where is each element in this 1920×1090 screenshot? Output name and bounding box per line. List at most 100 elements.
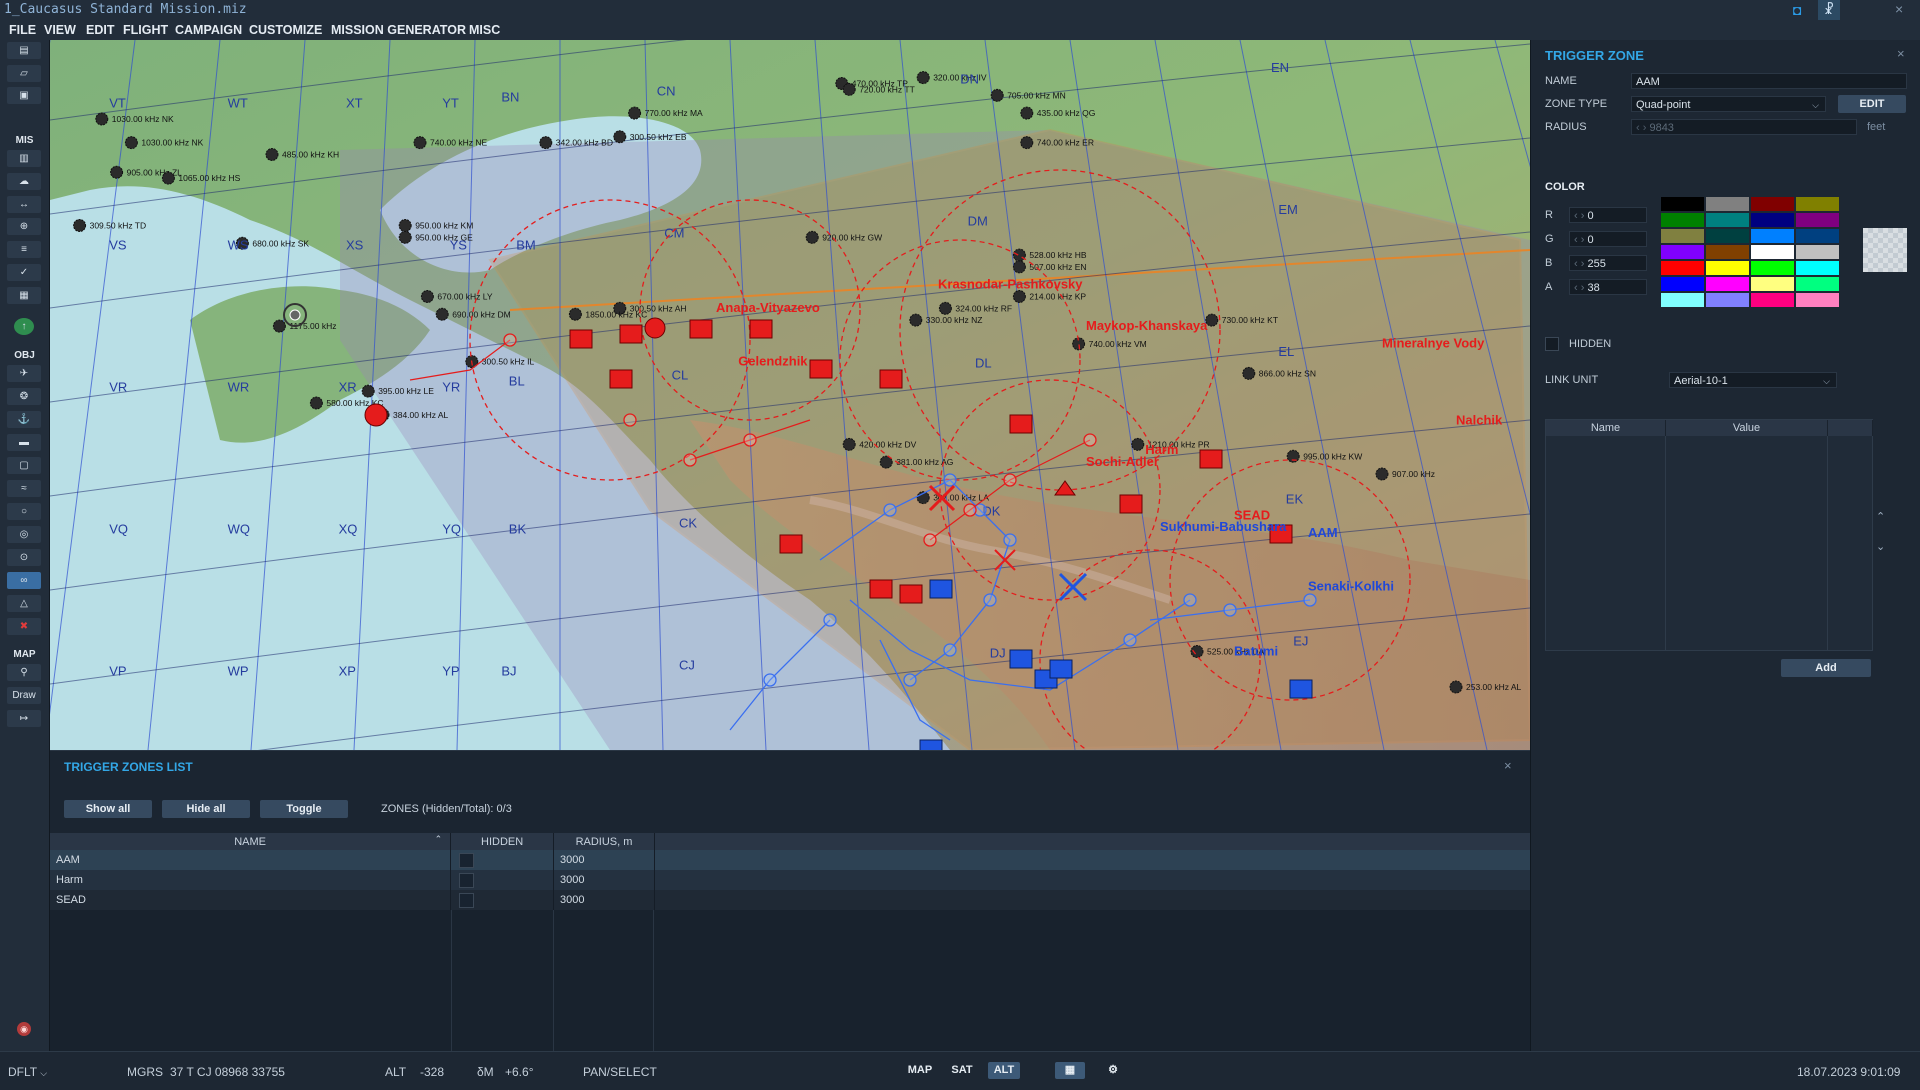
- menu-flight[interactable]: FLIGHT: [123, 23, 168, 37]
- menu-customize[interactable]: CUSTOMIZE: [249, 23, 322, 37]
- color-swatch[interactable]: [1661, 245, 1704, 259]
- alt-mode-button[interactable]: ALT: [988, 1062, 1020, 1079]
- show-all-button[interactable]: Show all: [64, 800, 152, 818]
- open-mission-icon[interactable]: ▱: [7, 65, 41, 82]
- sat-mode-button[interactable]: SAT: [946, 1062, 978, 1079]
- new-mission-icon[interactable]: ▤: [7, 42, 41, 59]
- compass-icon[interactable]: ↑: [14, 318, 34, 335]
- zones-list-close-button[interactable]: ×: [1504, 758, 1512, 773]
- color-swatch[interactable]: [1661, 277, 1704, 291]
- map-options-icon[interactable]: ⚲: [7, 664, 41, 681]
- map-mode-button[interactable]: MAP: [904, 1062, 936, 1079]
- resources-icon[interactable]: ⊕: [7, 218, 41, 235]
- color-swatch[interactable]: [1706, 197, 1749, 211]
- color-a-input[interactable]: ‹ › 38: [1569, 279, 1647, 295]
- color-swatch[interactable]: [1796, 245, 1839, 259]
- radius-input[interactable]: ‹ › 9843: [1631, 119, 1857, 135]
- add-template-icon[interactable]: ≈: [7, 480, 41, 497]
- zone-hidden-checkbox[interactable]: [459, 852, 475, 868]
- weather-icon[interactable]: ☁: [7, 173, 41, 190]
- add-aircraft-icon[interactable]: ✈: [7, 365, 41, 382]
- add-shapes-icon[interactable]: △: [7, 595, 41, 612]
- color-swatch[interactable]: [1796, 229, 1839, 243]
- briefing-icon[interactable]: ▥: [7, 150, 41, 167]
- add-property-button[interactable]: Add: [1781, 659, 1871, 677]
- trigger-zone-tool-icon[interactable]: ∞: [7, 572, 41, 589]
- color-swatch[interactable]: [1706, 293, 1749, 307]
- move-up-icon[interactable]: ⌃: [1876, 510, 1885, 523]
- menu-mission-generator[interactable]: MISSION GENERATOR: [331, 23, 466, 37]
- color-swatch[interactable]: [1796, 213, 1839, 227]
- triggers-icon[interactable]: ↔: [7, 196, 41, 213]
- color-b-input[interactable]: ‹ › 255: [1569, 255, 1647, 271]
- menu-edit[interactable]: EDIT: [86, 23, 114, 37]
- delete-icon[interactable]: ✖: [7, 618, 41, 635]
- ruler-icon[interactable]: ↦: [7, 710, 41, 727]
- color-swatch[interactable]: [1796, 293, 1839, 307]
- color-swatch[interactable]: [1661, 197, 1704, 211]
- table-row[interactable]: SEAD 3000: [50, 890, 1530, 910]
- color-swatch[interactable]: [1751, 261, 1794, 275]
- color-swatch[interactable]: [1661, 293, 1704, 307]
- table-row[interactable]: AAM 3000: [50, 850, 1530, 870]
- color-swatch[interactable]: [1796, 277, 1839, 291]
- zone-hidden-checkbox[interactable]: [459, 892, 475, 908]
- menu-file[interactable]: FILE: [9, 23, 36, 37]
- add-zone-icon[interactable]: ◎: [7, 526, 41, 543]
- color-swatch[interactable]: [1706, 277, 1749, 291]
- color-swatch[interactable]: [1796, 197, 1839, 211]
- color-g-input[interactable]: ‹ › 0: [1569, 231, 1647, 247]
- name-column-header[interactable]: NAME ⌃: [50, 833, 452, 850]
- lists-icon[interactable]: ▦: [7, 287, 41, 304]
- goals-icon[interactable]: ✓: [7, 264, 41, 281]
- color-swatch[interactable]: [1706, 213, 1749, 227]
- color-swatch[interactable]: [1661, 229, 1704, 243]
- color-swatch[interactable]: [1661, 213, 1704, 227]
- failures-icon[interactable]: ≡: [7, 241, 41, 258]
- link-unit-select[interactable]: Aerial-10-1 ⌵: [1669, 372, 1837, 388]
- hide-all-button[interactable]: Hide all: [162, 800, 250, 818]
- add-helicopter-icon[interactable]: ❂: [7, 388, 41, 405]
- alert-icon[interactable]: ◉: [17, 1022, 31, 1036]
- color-r-input[interactable]: ‹ › 0: [1569, 207, 1647, 223]
- menu-view[interactable]: VIEW: [44, 23, 76, 37]
- color-swatch[interactable]: [1751, 245, 1794, 259]
- edit-zone-button[interactable]: EDIT: [1838, 95, 1906, 113]
- save-mission-icon[interactable]: ▣: [7, 87, 41, 104]
- color-swatch[interactable]: [1706, 229, 1749, 243]
- color-swatch[interactable]: [1661, 261, 1704, 275]
- add-initial-point-icon[interactable]: ⊙: [7, 549, 41, 566]
- radius-column-header[interactable]: RADIUS, m: [553, 833, 655, 850]
- color-swatch[interactable]: [1751, 229, 1794, 243]
- coord-system-label[interactable]: MGRS: [127, 1065, 163, 1079]
- map-canvas[interactable]: 1030.00 kHz NK1030.00 kHz NK905.00 kHz Z…: [50, 40, 1530, 750]
- network-icon[interactable]: ◘: [1793, 2, 1801, 18]
- multiplayer-icon[interactable]: ☧: [1818, 0, 1840, 20]
- zone-type-select[interactable]: Quad-point ⌵: [1631, 96, 1826, 112]
- hidden-checkbox[interactable]: [1545, 337, 1559, 351]
- color-swatch[interactable]: [1751, 197, 1794, 211]
- trigger-zone-close-button[interactable]: ×: [1897, 46, 1905, 61]
- draw-tool-button[interactable]: Draw: [7, 687, 41, 704]
- menu-campaign[interactable]: CAMPAIGN: [175, 23, 242, 37]
- color-swatch[interactable]: [1751, 213, 1794, 227]
- toggle-button[interactable]: Toggle: [260, 800, 348, 818]
- color-swatch[interactable]: [1706, 261, 1749, 275]
- color-swatch[interactable]: [1706, 245, 1749, 259]
- hidden-column-header[interactable]: HIDDEN: [450, 833, 555, 850]
- color-swatch[interactable]: [1751, 293, 1794, 307]
- table-row[interactable]: Harm 3000: [50, 870, 1530, 890]
- color-swatch[interactable]: [1796, 261, 1839, 275]
- map-view[interactable]: 1030.00 kHz NK 1030.00 kHz NK 905.00 kHz Z…: [50, 40, 1530, 750]
- add-ship-icon[interactable]: ⚓: [7, 411, 41, 428]
- move-down-icon[interactable]: ⌄: [1876, 540, 1885, 553]
- color-swatch[interactable]: [1751, 277, 1794, 291]
- window-close-button[interactable]: ×: [1895, 1, 1903, 17]
- mode-select[interactable]: DFLT ⌵: [8, 1065, 47, 1079]
- add-static-icon[interactable]: ▢: [7, 457, 41, 474]
- settings-gear-icon[interactable]: ⚙: [1100, 1062, 1126, 1079]
- menu-misc[interactable]: MISC: [469, 23, 500, 37]
- add-vehicle-icon[interactable]: ▬: [7, 434, 41, 451]
- layers-icon[interactable]: ▦: [1055, 1062, 1085, 1079]
- add-nav-point-icon[interactable]: ○: [7, 503, 41, 520]
